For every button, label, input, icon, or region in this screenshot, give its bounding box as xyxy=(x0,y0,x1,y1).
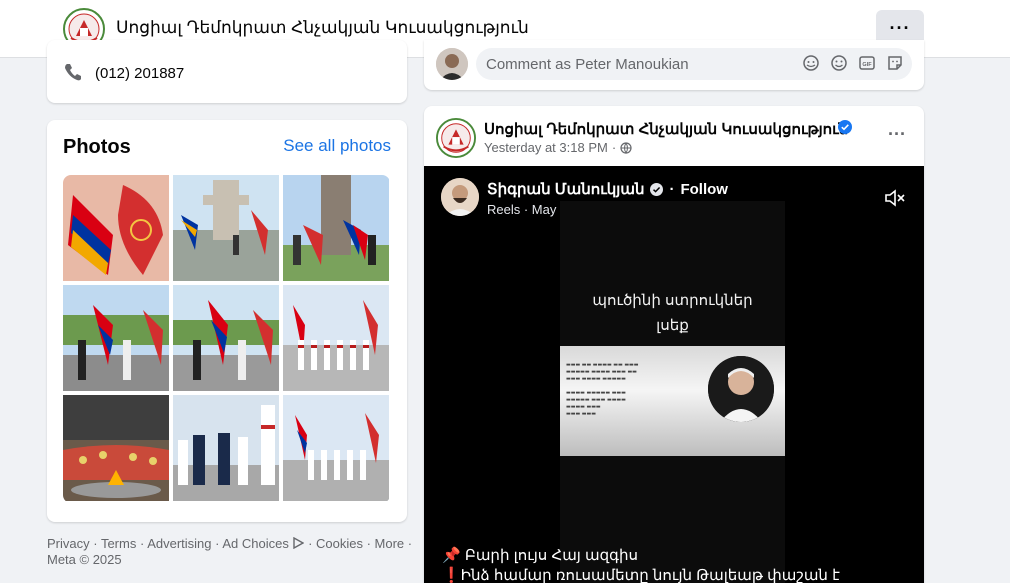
avatar-sticker-icon[interactable] xyxy=(802,54,820,72)
photos-title: Photos xyxy=(63,136,131,158)
contact-card: (012) 201887 xyxy=(47,40,407,103)
photo-thumbnail[interactable] xyxy=(283,175,389,281)
globe-icon[interactable] xyxy=(620,141,632,154)
reel-author-avatar[interactable] xyxy=(441,178,479,216)
phone-number[interactable]: (012) 201887 xyxy=(95,65,184,82)
video-overlay-text: լսեք xyxy=(656,317,689,334)
verified-badge-icon xyxy=(838,120,852,134)
post-author-avatar[interactable] xyxy=(436,118,476,158)
advertising-link[interactable]: Advertising xyxy=(147,536,211,551)
photos-card: Photos See all photos xyxy=(47,120,407,522)
terms-link[interactable]: Terms xyxy=(101,536,136,551)
privacy-link[interactable]: Privacy xyxy=(47,536,90,551)
gif-icon[interactable]: GIF xyxy=(858,54,876,72)
photo-thumbnail[interactable] xyxy=(173,285,279,391)
reel-caption: ❗Ինձ համար ռուսամետը նույն Թալեաթ փաշան … xyxy=(442,567,840,583)
post-timestamp[interactable]: Yesterday at 3:18 PM xyxy=(484,140,608,155)
video-quote-image: ▬▬▬ ▬▬ ▬▬▬▬ ▬▬ ▬▬▬ ▬▬▬▬▬ ▬▬▬▬ ▬▬▬ ▬▬ ▬▬▬ ▬… xyxy=(560,346,785,456)
see-all-photos-link[interactable]: See all photos xyxy=(283,136,391,156)
post-author-name[interactable]: Սոցիալ Դեմոկրատ Հնչակյան Կուսակցություն xyxy=(484,120,848,138)
photo-grid xyxy=(63,175,390,503)
post-card: Սոցիալ Դեմոկրատ Հնչակյան Կուսակցություն … xyxy=(424,106,924,583)
follow-button[interactable]: Follow xyxy=(680,181,728,198)
ad-choices-link[interactable]: Ad Choices xyxy=(222,536,288,551)
reel-author-name[interactable]: Տիգրան Մանուկյան xyxy=(487,180,644,198)
emoji-icon[interactable] xyxy=(830,54,848,72)
video-overlay-text: պուծինի ստրուկներ xyxy=(592,292,753,309)
sticker-icon[interactable] xyxy=(886,54,904,72)
cookies-link[interactable]: Cookies xyxy=(316,536,363,551)
reel-caption: 📌 Բարի լույս Հայ ազգիս xyxy=(442,547,639,564)
photo-thumbnail[interactable] xyxy=(173,175,279,281)
mute-icon[interactable] xyxy=(884,188,906,208)
photo-thumbnail[interactable] xyxy=(173,395,279,501)
comment-placeholder: Comment as Peter Manoukian xyxy=(486,56,689,73)
video-frame[interactable]: պուծինի ստրուկներ լսեք ▬▬▬ ▬▬ ▬▬▬▬ ▬▬ ▬▬… xyxy=(560,201,785,583)
phone-icon xyxy=(65,64,81,81)
more-link[interactable]: More xyxy=(375,536,405,551)
user-avatar[interactable] xyxy=(436,48,468,80)
post-meta: Yesterday at 3:18 PM · xyxy=(484,140,632,155)
comment-tools: GIF xyxy=(802,54,904,72)
ad-choices-icon[interactable] xyxy=(292,536,305,550)
reel-author: Տիգրան Մանուկյան · Follow xyxy=(487,180,728,199)
page-title[interactable]: Սոցիալ Դեմոկրատ Հնչակյան Կուսակցություն xyxy=(116,18,529,38)
page-footer: Privacy · Terms · Advertising · Ad Choic… xyxy=(47,536,413,567)
post-options-button[interactable]: ··· xyxy=(888,124,906,145)
verified-badge-icon xyxy=(650,182,664,196)
photo-thumbnail[interactable] xyxy=(63,175,169,281)
comment-input[interactable]: Comment as Peter Manoukian GIF xyxy=(476,48,912,80)
photo-thumbnail[interactable] xyxy=(283,395,389,501)
photo-thumbnail[interactable] xyxy=(63,395,169,501)
photo-thumbnail[interactable] xyxy=(283,285,389,391)
svg-text:GIF: GIF xyxy=(862,62,872,68)
photo-thumbnail[interactable] xyxy=(63,285,169,391)
quote-portrait xyxy=(708,356,774,422)
reel-video[interactable]: Տիգրան Մանուկյան · Follow Reels · May 2 … xyxy=(424,166,924,583)
comment-composer: Comment as Peter Manoukian GIF xyxy=(424,40,924,90)
copyright-text: Meta © 2025 xyxy=(47,552,122,567)
